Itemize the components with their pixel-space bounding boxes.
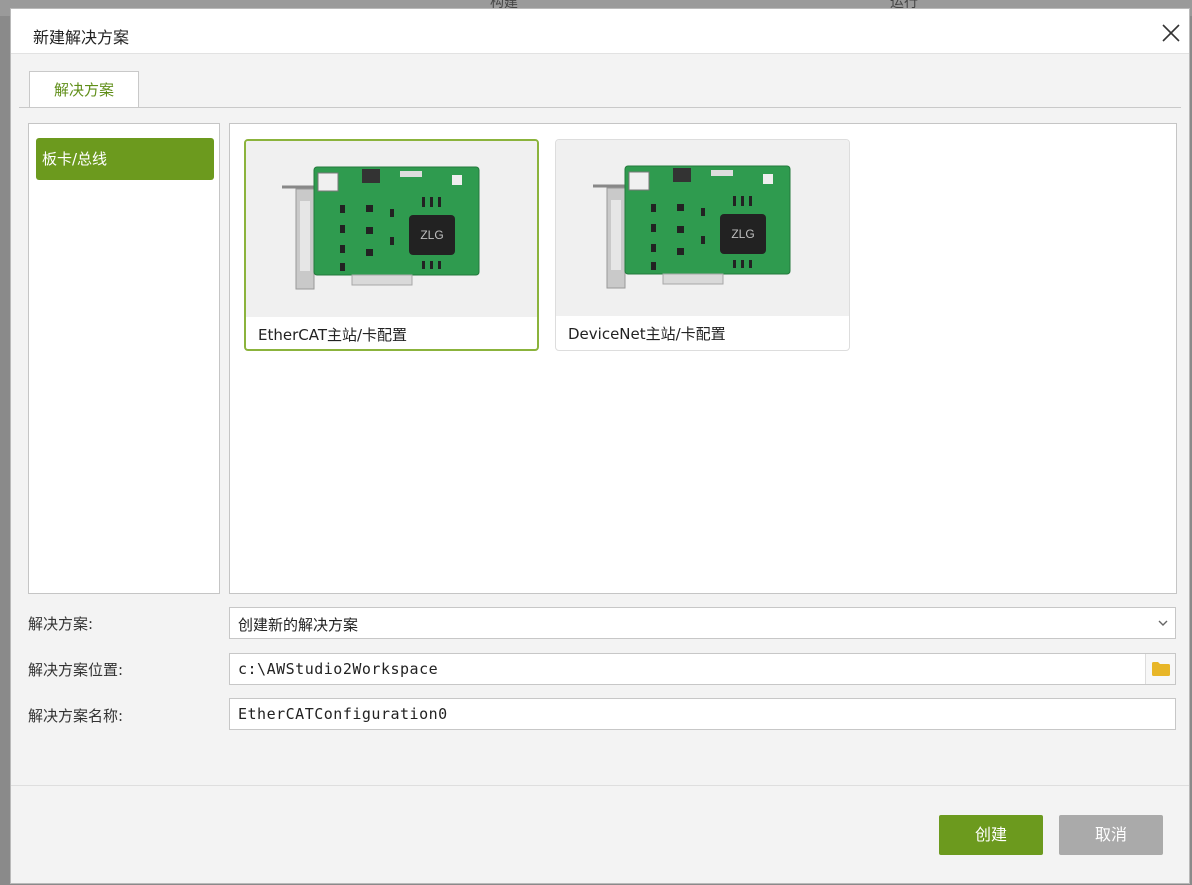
- name-label: 解决方案名称:: [28, 707, 124, 725]
- chevron-down-icon: [1158, 620, 1168, 626]
- category-panel: 板卡/总线: [28, 123, 220, 594]
- template-card-label: DeviceNet主站/卡配置: [568, 325, 726, 343]
- pcie-card-image: ZLG: [281, 166, 479, 290]
- category-item-board-bus[interactable]: 板卡/总线: [36, 138, 214, 180]
- template-panel: ZLG EtherCAT主站/卡配置 ZLG DeviceNet主站/卡配置: [229, 123, 1177, 594]
- tab-solution[interactable]: 解决方案: [29, 71, 139, 108]
- new-solution-dialog: 新建解决方案 解决方案 板卡/总线 ZLG EtherCAT主站/卡配置 ZLG…: [10, 8, 1190, 884]
- chip-label: ZLG: [731, 227, 754, 241]
- tab-divider: [19, 107, 1181, 108]
- solution-select-value: 创建新的解决方案: [238, 616, 359, 634]
- location-input[interactable]: c:\AWStudio2Workspace: [229, 653, 1176, 685]
- template-card-image: ZLG: [246, 141, 537, 317]
- location-label: 解决方案位置:: [28, 661, 124, 679]
- close-icon[interactable]: [1157, 19, 1185, 47]
- name-input[interactable]: EtherCATConfiguration0: [229, 698, 1176, 730]
- name-input-value: EtherCATConfiguration0: [238, 705, 448, 723]
- dialog-titlebar: 新建解决方案: [11, 9, 1189, 54]
- solution-select[interactable]: 创建新的解决方案: [229, 607, 1176, 639]
- create-button[interactable]: 创建: [939, 815, 1043, 855]
- location-input-value: c:\AWStudio2Workspace: [238, 660, 439, 678]
- browse-folder-button[interactable]: [1145, 654, 1175, 684]
- footer-divider: [11, 785, 1189, 786]
- folder-icon: [1152, 662, 1170, 676]
- template-card[interactable]: ZLG DeviceNet主站/卡配置: [555, 139, 850, 351]
- template-card-image: ZLG: [556, 140, 849, 316]
- pcie-card-image: ZLG: [592, 165, 790, 289]
- template-card-label: EtherCAT主站/卡配置: [258, 326, 408, 344]
- dialog-title: 新建解决方案: [33, 28, 130, 47]
- solution-label: 解决方案:: [28, 615, 94, 633]
- cancel-button[interactable]: 取消: [1059, 815, 1163, 855]
- template-card[interactable]: ZLG EtherCAT主站/卡配置: [244, 139, 539, 351]
- chip-label: ZLG: [420, 228, 443, 242]
